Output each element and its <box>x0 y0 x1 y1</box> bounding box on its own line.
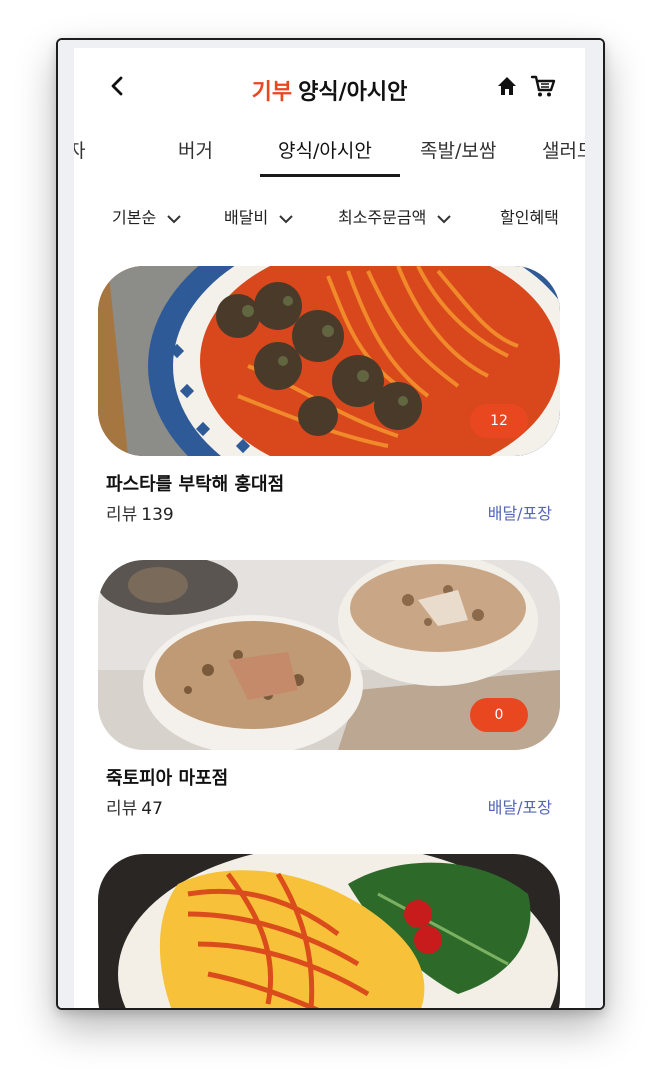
tab-burger[interactable]: 버거 <box>178 136 213 163</box>
filter-label: 기본순 <box>112 208 157 227</box>
tab-jokbal[interactable]: 족발/보쌈 <box>420 136 496 163</box>
screen-top-bezel <box>58 40 603 48</box>
store-image-pasta: 12 <box>98 266 560 456</box>
review-label: 리뷰 <box>106 799 138 819</box>
filter-delivery-fee[interactable]: 배달비 <box>224 204 293 228</box>
cart-button[interactable] <box>530 73 556 99</box>
app-screen: 기부양식/아시안 자 버거 양식/아시안 족발/보쌈 샐 <box>74 48 585 1008</box>
home-button[interactable] <box>496 75 518 97</box>
store-image-omelette <box>98 854 560 1008</box>
filter-label: 최소주문금액 <box>338 208 427 227</box>
app-header: 기부 양식/아시안 <box>74 48 585 122</box>
filter-discount[interactable]: 할인혜택 <box>500 204 559 228</box>
tab-salad[interactable]: 샐러드 <box>542 136 585 163</box>
store-card[interactable] <box>98 854 560 1008</box>
screen-left-bezel <box>58 40 74 1008</box>
sort-filter-bar: 기본순 배달비 최소주문금액 할인혜택 <box>74 204 585 234</box>
chevron-down-icon <box>167 214 181 223</box>
review-label: 리뷰 <box>106 505 138 525</box>
filter-label: 할인혜택 <box>500 208 559 227</box>
cart-icon <box>530 75 556 97</box>
promo-badge: 12 <box>470 404 528 438</box>
review-count: 리뷰 139 <box>106 500 174 525</box>
store-card[interactable]: 0 죽토피아 마포점 리뷰 47 배달/포장 <box>98 560 560 819</box>
store-name: 죽토피아 마포점 <box>106 768 229 789</box>
home-icon <box>498 77 516 95</box>
filter-default-sort[interactable]: 기본순 <box>112 204 181 228</box>
store-image-porridge: 0 <box>98 560 560 750</box>
category-title: 양식/아시안 <box>298 80 408 105</box>
brand-name: 기부 <box>251 80 293 105</box>
delivery-type-link[interactable]: 배달/포장 <box>488 500 552 524</box>
tab-western-asian[interactable]: 양식/아시안 <box>278 136 372 163</box>
review-number: 47 <box>141 799 163 819</box>
tab-0[interactable]: 자 <box>74 136 85 163</box>
chevron-down-icon <box>437 214 452 223</box>
store-card[interactable]: 12 파스타를 부탁해 홍대점 리뷰 139 배달/포장 <box>98 266 560 525</box>
store-name: 파스타를 부탁해 홍대점 <box>106 474 285 495</box>
chevron-down-icon <box>279 214 293 223</box>
category-tabs: 자 버거 양식/아시안 족발/보쌈 샐러드 <box>74 136 585 178</box>
phone-frame: 기부양식/아시안 자 버거 양식/아시안 족발/보쌈 샐 <box>56 38 605 1010</box>
filter-min-order[interactable]: 최소주문금액 <box>338 204 452 228</box>
promo-badge: 0 <box>470 698 528 732</box>
review-count: 리뷰 47 <box>106 794 163 819</box>
screen-right-bezel <box>585 40 603 1008</box>
delivery-type-link[interactable]: 배달/포장 <box>488 794 552 818</box>
filter-label: 배달비 <box>224 208 269 227</box>
review-number: 139 <box>141 505 174 525</box>
active-tab-indicator <box>260 174 400 177</box>
